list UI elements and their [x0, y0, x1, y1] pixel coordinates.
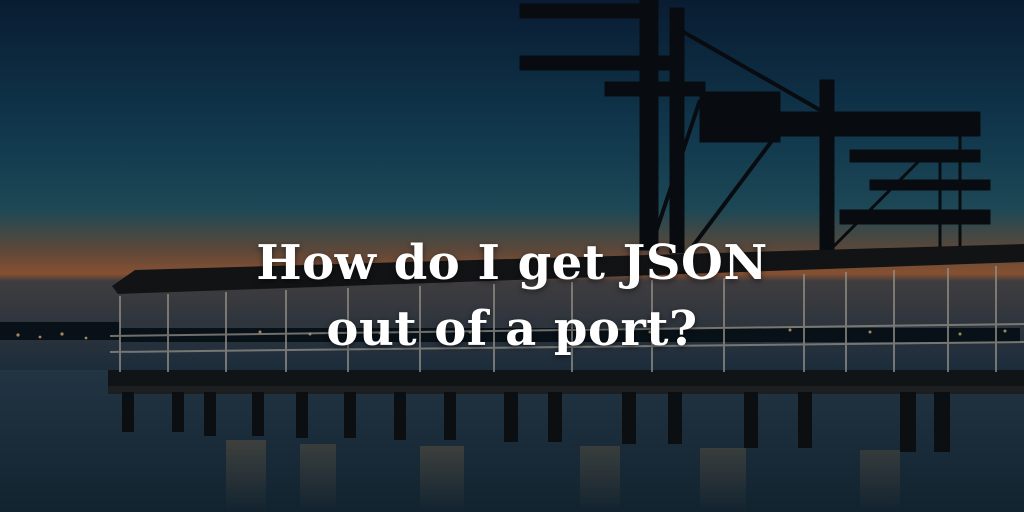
headline-line-2: out of a port?: [326, 301, 698, 358]
hero-banner: How do I get JSON out of a port?: [0, 0, 1024, 512]
pier-deck: [108, 370, 1024, 394]
headline-line-1: How do I get JSON: [256, 235, 768, 292]
headline: How do I get JSON out of a port?: [0, 230, 1024, 362]
